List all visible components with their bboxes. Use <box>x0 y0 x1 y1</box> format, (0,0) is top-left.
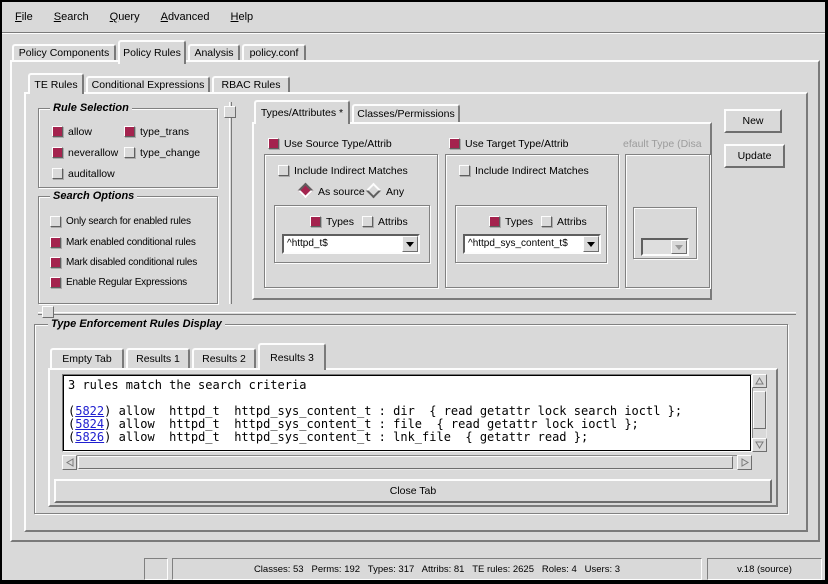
status-indicator-box <box>144 558 168 580</box>
policy-stats: Classes: 53 Perms: 192 Types: 317 Attrib… <box>254 564 620 575</box>
menu-help[interactable]: Help <box>229 9 256 25</box>
tab-conditional-expressions[interactable]: Conditional Expressions <box>86 76 210 92</box>
tab-label: Empty Tab <box>62 353 111 365</box>
tab-te-rules[interactable]: TE Rules <box>28 73 84 94</box>
tab-policy-conf[interactable]: policy.conf <box>242 44 306 60</box>
menu-separator <box>2 32 825 34</box>
menu-bar: File Search Query Advanced Help <box>2 4 825 30</box>
target-types-frame <box>455 205 607 263</box>
tab-label: RBAC Rules <box>222 79 281 91</box>
status-stats-box: Classes: 53 Perms: 192 Types: 317 Attrib… <box>172 558 702 580</box>
tab-results-3[interactable]: Results 3 <box>258 343 326 370</box>
vertical-sash-handle[interactable] <box>224 106 236 118</box>
status-version-box: v.18 (source) <box>707 558 822 580</box>
tab-label: Conditional Expressions <box>92 79 205 91</box>
horizontal-sash-handle[interactable] <box>42 306 54 318</box>
tab-analysis[interactable]: Analysis <box>188 44 240 60</box>
tab-results-2[interactable]: Results 2 <box>192 348 256 368</box>
menu-query[interactable]: Query <box>108 9 142 25</box>
tab-label: Results 2 <box>202 353 246 365</box>
tab-policy-components[interactable]: Policy Components <box>12 44 116 60</box>
menu-search[interactable]: Search <box>52 9 91 25</box>
menu-file[interactable]: File <box>13 9 35 25</box>
tab-results-1[interactable]: Results 1 <box>126 348 190 368</box>
tab-label: Results 1 <box>136 353 180 365</box>
tab-label: Policy Rules <box>123 47 181 59</box>
rule-selection-title: Rule Selection <box>50 102 132 114</box>
tab-classes-permissions[interactable]: Classes/Permissions <box>352 104 460 122</box>
tab-rbac-rules[interactable]: RBAC Rules <box>212 76 290 92</box>
search-options-group <box>38 196 218 304</box>
apol-window: File Search Query Advanced Help Policy C… <box>0 0 828 584</box>
search-options-title: Search Options <box>50 190 137 202</box>
policy-version: v.18 (source) <box>737 564 792 575</box>
rule-selection-group <box>38 108 218 188</box>
results-page-frame <box>48 368 778 507</box>
source-types-frame <box>274 205 430 263</box>
tab-label: Analysis <box>194 47 233 59</box>
tab-policy-rules[interactable]: Policy Rules <box>118 40 186 64</box>
tab-label: Policy Components <box>19 47 109 59</box>
tab-label: TE Rules <box>34 79 77 91</box>
tab-label: Types/Attributes * <box>261 107 343 119</box>
tab-label: Classes/Permissions <box>357 108 454 120</box>
tab-label: Results 3 <box>270 352 314 364</box>
tab-types-attributes[interactable]: Types/Attributes * <box>254 100 350 124</box>
tab-label: policy.conf <box>250 47 299 59</box>
menu-advanced[interactable]: Advanced <box>159 9 212 25</box>
default-type-inner-frame <box>633 207 697 259</box>
tab-empty-tab[interactable]: Empty Tab <box>50 348 124 368</box>
results-display-title: Type Enforcement Rules Display <box>48 318 225 330</box>
